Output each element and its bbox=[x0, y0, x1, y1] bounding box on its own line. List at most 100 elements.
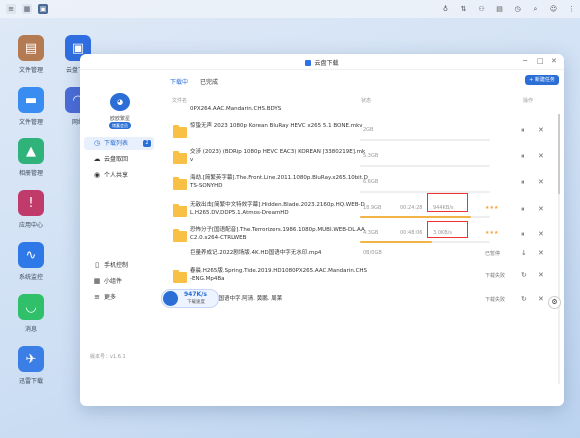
window-title-text: 云盘下载 bbox=[314, 60, 339, 67]
cloud-icon: ☁ bbox=[93, 155, 101, 163]
sidebar-item-phone-control[interactable]: ▯ 手机控制 bbox=[84, 259, 154, 272]
speed-value: 947K/s bbox=[184, 291, 207, 298]
avatar[interactable]: ◕ bbox=[110, 93, 130, 111]
maximize-button[interactable]: □ bbox=[537, 57, 544, 65]
desktop-icon-app-center[interactable]: ! 应用中心 bbox=[1, 190, 61, 229]
pause-button[interactable]: ⏸ bbox=[521, 178, 525, 187]
download-row[interactable]: 恐怖分子[国语配音].The.Terrorizers.1986.1080p.MU… bbox=[170, 227, 560, 249]
sidebar-item-cloud-retrieve[interactable]: ☁ 云盘取回 bbox=[84, 153, 154, 166]
folder-icon bbox=[173, 229, 187, 242]
resume-button[interactable]: ↓ bbox=[521, 249, 527, 257]
progress-fill bbox=[360, 216, 471, 218]
folder-doc-icon: ▤ bbox=[18, 35, 44, 61]
speed-indicator[interactable]: 947K/s 下载速度 bbox=[161, 289, 219, 308]
pause-button[interactable]: ⏸ bbox=[521, 126, 525, 135]
delete-button[interactable]: ✕ bbox=[538, 271, 544, 279]
pause-button[interactable]: ⏸ bbox=[521, 152, 525, 161]
file-name: 0PX264.AAC.Mandarin.CHS.BDYS bbox=[190, 106, 282, 112]
download-row[interactable]: 小明.2023.国语中字.阿清. 黄鹏. 周莱 下载失败 ↻ ✕ bbox=[170, 293, 560, 308]
top-bar: ≡ ▦ ▣ ♁ ⇅ ⚇ ▤ ◷ ⌕ ☺ ⋮ bbox=[0, 0, 580, 18]
desktop-icon-label: 相册管理 bbox=[18, 170, 43, 177]
file-name: 巨量养成记.2022剧场版.4K.HD国语中字无水印.mp4 bbox=[190, 250, 322, 256]
progress-bar bbox=[360, 241, 490, 243]
more-icon[interactable]: ⋮ bbox=[567, 4, 576, 14]
delete-button[interactable]: ✕ bbox=[538, 230, 544, 238]
folder-icon bbox=[173, 177, 187, 190]
message-icon[interactable]: ▤ bbox=[495, 4, 504, 14]
speed-highlight-box bbox=[427, 221, 468, 238]
file-name: 海劫.[简繁英字幕].The.Front.Line.2011.1080p.Blu… bbox=[190, 175, 368, 189]
delete-button[interactable]: ✕ bbox=[538, 249, 544, 257]
scrollbar-thumb[interactable] bbox=[558, 114, 560, 194]
desktop-icon-label: 应用中心 bbox=[18, 222, 43, 229]
search-icon[interactable]: ⌕ bbox=[531, 4, 540, 14]
more-icon: ≡ bbox=[94, 293, 100, 301]
monitor-icon: ∿ bbox=[18, 242, 44, 268]
user-icon[interactable]: ⚇ bbox=[477, 4, 486, 14]
tabs: 下载中 已完成 bbox=[170, 77, 218, 86]
column-header-name: 文件名 bbox=[172, 98, 188, 104]
close-button[interactable]: ✕ bbox=[551, 57, 557, 65]
column-header-actions: 操作 bbox=[523, 98, 534, 104]
scrollbar[interactable] bbox=[558, 114, 560, 384]
desktop-icon-thunder[interactable]: ✈ 迅雷下载 bbox=[1, 346, 61, 385]
apps-icon[interactable]: ▦ bbox=[22, 4, 32, 14]
settings-float-button[interactable]: ⚙ bbox=[548, 296, 561, 309]
menu-icon[interactable]: ≡ bbox=[6, 4, 16, 14]
file-size: 4.3GB bbox=[363, 230, 379, 236]
chat-icon: ◡ bbox=[18, 294, 44, 320]
sidebar-item-download-list[interactable]: ◷ 下载列表 2 bbox=[84, 137, 154, 150]
window-title: 云盘下载 bbox=[80, 58, 564, 67]
file-name: 交涉 (2023) (BDRip 1080p HEVC EAC3) KOREAN… bbox=[190, 149, 366, 163]
avatar-icon[interactable]: ☺ bbox=[549, 4, 558, 14]
delete-button[interactable]: ✕ bbox=[538, 295, 544, 303]
download-row[interactable]: 交涉 (2023) (BDRip 1080p HEVC EAC3) KOREAN… bbox=[170, 149, 560, 171]
pause-button[interactable]: ⏸ bbox=[521, 205, 525, 214]
download-row[interactable]: 无敌出击[简繁中文特效字幕].Hidden.Blade.2023.2160p.H… bbox=[170, 202, 560, 224]
folder-icon bbox=[173, 270, 187, 283]
network-icon[interactable]: ♁ bbox=[441, 4, 450, 14]
delete-button[interactable]: ✕ bbox=[538, 126, 544, 134]
download-row[interactable]: 春晨.H265版.Spring.Tide.2019.HD1080PX265.AA… bbox=[170, 268, 560, 290]
sidebar-item-label: 手机控制 bbox=[104, 262, 129, 269]
folder-icon bbox=[173, 151, 187, 164]
photo-icon: ▲ bbox=[18, 138, 44, 164]
window-title-bar[interactable]: 云盘下载 ─ □ ✕ bbox=[80, 54, 564, 70]
phone-icon: ▯ bbox=[95, 261, 99, 269]
count-badge: 2 bbox=[143, 140, 151, 147]
clock-icon[interactable]: ◷ bbox=[513, 4, 522, 14]
download-row[interactable]: 巨量养成记.2022剧场版.4K.HD国语中字无水印.mp4 0B/0GB 已暂… bbox=[170, 249, 560, 264]
sidebar-item-personal-share[interactable]: ◉ 个人共享 bbox=[84, 169, 154, 182]
delete-button[interactable]: ✕ bbox=[538, 178, 544, 186]
retry-button[interactable]: ↻ bbox=[521, 295, 527, 303]
vip-badge[interactable]: 储蓄会员 bbox=[109, 122, 131, 129]
file-name: 无敌出击[简繁中文特效字幕].Hidden.Blade.2023.2160p.H… bbox=[190, 202, 365, 216]
new-task-button[interactable]: + 新建任务 bbox=[525, 75, 559, 85]
window-icon[interactable]: ▣ bbox=[38, 4, 48, 14]
status-text: 下载失败 bbox=[485, 297, 506, 303]
status-text: 已暂停 bbox=[485, 251, 501, 257]
pause-button[interactable]: ⏸ bbox=[521, 230, 525, 239]
sidebar-item-widgets[interactable]: ▦ 小组件 bbox=[84, 275, 154, 288]
column-header-status: 状态 bbox=[361, 98, 372, 104]
desktop-icon-label: 迅雷下载 bbox=[18, 378, 43, 385]
delete-button[interactable]: ✕ bbox=[538, 205, 544, 213]
download-row[interactable]: 惊蛰无声 2023 1080p Korean BluRay HEVC x265 … bbox=[170, 123, 560, 145]
transfer-icon[interactable]: ⇅ bbox=[459, 4, 468, 14]
folder-icon bbox=[173, 204, 187, 217]
download-row[interactable]: 海劫.[简繁英字幕].The.Front.Line.2011.1080p.Blu… bbox=[170, 175, 560, 197]
speed-label: 下载速度 bbox=[187, 300, 205, 305]
desktop-icon-photos[interactable]: ▲ 相册管理 bbox=[1, 138, 61, 177]
sidebar-item-more[interactable]: ≡ 更多 bbox=[84, 291, 154, 304]
minimize-button[interactable]: ─ bbox=[523, 57, 527, 65]
desktop-icon-chat[interactable]: ◡ 消息 bbox=[1, 294, 61, 333]
tab-completed[interactable]: 已完成 bbox=[200, 77, 218, 86]
desktop-icon-monitor[interactable]: ∿ 系统监控 bbox=[1, 242, 61, 281]
download-row[interactable]: 0PX264.AAC.Mandarin.CHS.BDYS bbox=[170, 106, 560, 116]
delete-button[interactable]: ✕ bbox=[538, 152, 544, 160]
share-icon: ◉ bbox=[93, 171, 101, 179]
tab-downloading[interactable]: 下载中 bbox=[170, 77, 188, 86]
progress-bar bbox=[360, 165, 490, 167]
retry-button[interactable]: ↻ bbox=[521, 271, 527, 279]
file-name: 惊蛰无声 2023 1080p Korean BluRay HEVC x265 … bbox=[190, 123, 363, 129]
